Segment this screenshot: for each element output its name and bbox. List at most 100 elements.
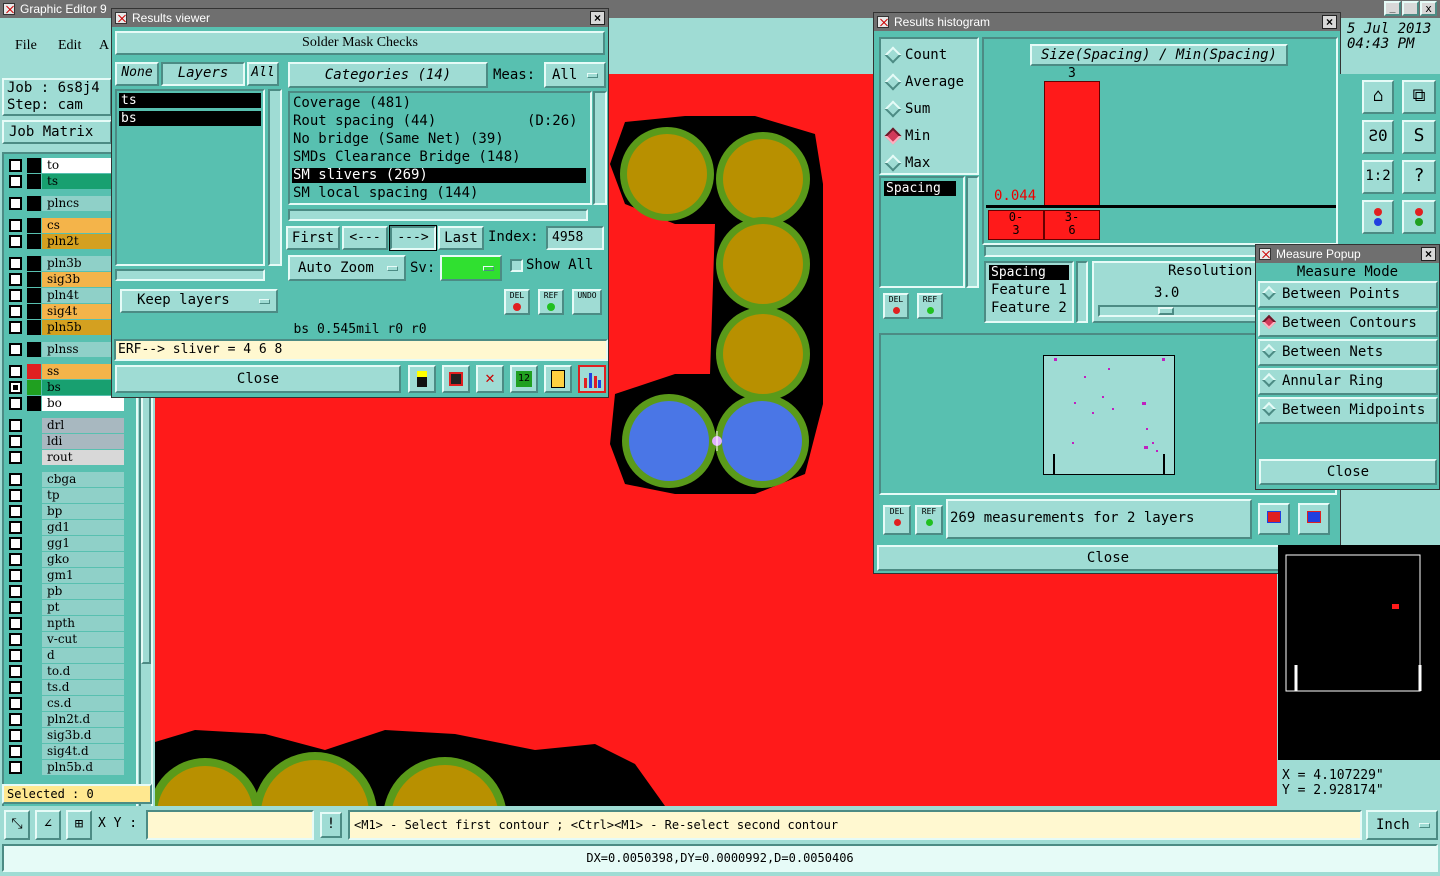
feature-item-spacing[interactable]: Spacing — [989, 265, 1069, 280]
layer-row[interactable]: ldi — [8, 434, 124, 449]
layer-checkbox[interactable] — [9, 505, 22, 518]
layer-name[interactable]: drl — [42, 418, 124, 433]
feature-vscroll[interactable] — [1076, 261, 1088, 323]
keep-layers-dropdown[interactable]: Keep layers — [120, 289, 278, 313]
histogram-close-button[interactable]: Close — [877, 545, 1339, 571]
measure-mode-radio[interactable] — [1261, 314, 1277, 330]
histogram-icon[interactable] — [578, 365, 606, 393]
layer-row[interactable]: ts — [8, 174, 124, 189]
layer-row[interactable]: cs.d — [8, 696, 124, 711]
category-item[interactable]: SMDs Clearance Bridge (148) — [292, 150, 586, 165]
layer-row[interactable]: bs — [8, 380, 124, 395]
bin-label-1[interactable]: 3- 6 — [1044, 210, 1100, 240]
overview-map[interactable] — [1278, 545, 1440, 760]
layer-checkbox[interactable] — [9, 197, 22, 210]
del-button[interactable]: DEL — [504, 289, 530, 315]
feature-item-1[interactable]: Feature 1 — [989, 283, 1067, 298]
layer-checkbox[interactable] — [9, 489, 22, 502]
numbers-icon[interactable]: 12 — [510, 365, 538, 393]
job-matrix-button[interactable]: Job Matrix — [2, 120, 112, 144]
measure-mode-radio[interactable] — [1261, 285, 1277, 301]
layer-row[interactable]: to.d — [8, 664, 124, 679]
layer-checkbox[interactable] — [9, 159, 22, 172]
histogram-mode-radio[interactable] — [884, 154, 902, 172]
layer-row[interactable]: gg1 — [8, 536, 124, 551]
ref-button[interactable]: REF — [538, 289, 564, 315]
layer-checkbox[interactable] — [9, 633, 22, 646]
menu-file[interactable]: File — [15, 38, 37, 54]
preview-ref-button[interactable]: REF — [915, 505, 943, 535]
layer-checkbox[interactable] — [9, 649, 22, 662]
layer-checkbox[interactable] — [9, 745, 22, 758]
results-close-button[interactable]: Close — [115, 365, 401, 393]
layer-name[interactable]: gd1 — [42, 520, 124, 535]
slider-thumb[interactable] — [1158, 307, 1174, 315]
export-icon[interactable] — [1258, 503, 1290, 535]
layer-checkbox[interactable] — [9, 365, 22, 378]
layer-row[interactable]: npth — [8, 616, 124, 631]
close-icon[interactable]: x — [1420, 1, 1437, 16]
result-layer-item[interactable]: ts — [119, 93, 261, 108]
histogram-mode-label[interactable]: Max — [905, 155, 930, 171]
layer-checkbox[interactable] — [9, 601, 22, 614]
feature-item-2[interactable]: Feature 2 — [989, 301, 1067, 316]
record-icon[interactable] — [442, 365, 470, 393]
measure-mode-option[interactable]: Between Contours — [1258, 310, 1438, 337]
layer-checkbox[interactable] — [9, 569, 22, 582]
layer-name[interactable]: pln5b.d — [42, 760, 124, 775]
layer-checkbox[interactable] — [9, 617, 22, 630]
histogram-mode-radio[interactable] — [884, 73, 902, 91]
layer-name[interactable]: cbga — [42, 472, 124, 487]
info-icon[interactable]: ! — [320, 812, 342, 838]
layer-row[interactable]: plncs — [8, 196, 124, 211]
prev-button[interactable]: <--- — [342, 226, 388, 250]
layer-name[interactable]: pt — [42, 600, 124, 615]
layer-checkbox[interactable] — [9, 585, 22, 598]
layer-row[interactable]: sig3b — [8, 272, 124, 287]
layer-row[interactable]: pln3b — [8, 256, 124, 271]
layer-checkbox[interactable] — [9, 713, 22, 726]
measure-icon[interactable]: ∠ — [35, 810, 61, 840]
layer-row[interactable]: sig4t — [8, 304, 124, 319]
layer-row[interactable]: pln5b.d — [8, 760, 124, 775]
histogram-mode-label[interactable]: Count — [905, 47, 947, 63]
measure-mode-radio[interactable] — [1261, 372, 1277, 388]
layer-name[interactable]: to.d — [42, 664, 124, 679]
layer-row[interactable]: bp — [8, 504, 124, 519]
layer-name[interactable]: gko — [42, 552, 124, 567]
s-shape-icon[interactable]: S — [1402, 120, 1436, 154]
histogram-mode-radio[interactable] — [884, 46, 902, 64]
histogram-bar[interactable] — [1044, 81, 1100, 207]
first-button[interactable]: First — [286, 226, 340, 250]
result-layer-item[interactable]: bs — [119, 111, 261, 126]
bin-label-0[interactable]: 0- 3 — [988, 210, 1044, 240]
layer-checkbox[interactable] — [9, 175, 22, 188]
units-dropdown[interactable]: Inch — [1366, 810, 1438, 840]
meas-dropdown[interactable]: All — [544, 62, 606, 88]
hist-ref-button[interactable]: REF — [917, 293, 943, 319]
layer-checkbox[interactable] — [9, 681, 22, 694]
layer-name[interactable]: npth — [42, 616, 124, 631]
layer-checkbox[interactable] — [9, 273, 22, 286]
layer-row[interactable]: drl — [8, 418, 124, 433]
layer-checkbox[interactable] — [9, 305, 22, 318]
layer-row[interactable]: to — [8, 158, 124, 173]
layer-checkbox[interactable] — [9, 521, 22, 534]
layer-checkbox[interactable] — [9, 697, 22, 710]
layer-checkbox[interactable] — [9, 343, 22, 356]
resolution-slider[interactable] — [1098, 305, 1258, 317]
layer-row[interactable]: cbga — [8, 472, 124, 487]
layer-checkbox[interactable] — [9, 381, 22, 394]
measure-mode-option[interactable]: Between Points — [1258, 281, 1438, 308]
category-item[interactable]: Coverage (481) — [292, 96, 586, 111]
layer-row[interactable]: sig3b.d — [8, 728, 124, 743]
layer-row[interactable]: sig4t.d — [8, 744, 124, 759]
histogram-mode-label[interactable]: Sum — [905, 101, 930, 117]
close-icon[interactable]: × — [590, 11, 605, 25]
highlight-icon[interactable] — [408, 365, 436, 393]
layer-checkbox[interactable] — [9, 761, 22, 774]
layer-checkbox[interactable] — [9, 473, 22, 486]
layer-row[interactable]: ts.d — [8, 680, 124, 695]
layer-row[interactable]: gd1 — [8, 520, 124, 535]
layers-tab[interactable]: Layers — [161, 62, 245, 86]
